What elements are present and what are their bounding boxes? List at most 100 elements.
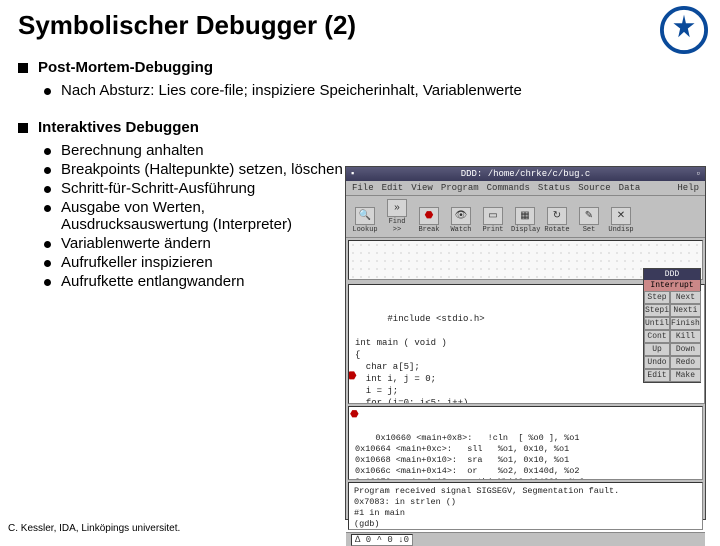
section-1-heading: Post-Mortem-Debugging bbox=[18, 59, 702, 76]
list-item-label: Aufrufkette entlangwandern bbox=[61, 273, 244, 290]
redo-button[interactable]: Redo bbox=[670, 356, 701, 369]
page-title: Symbolischer Debugger (2) bbox=[18, 10, 702, 41]
watch-icon: 👁 bbox=[451, 207, 471, 225]
tool-print[interactable]: ▭Print bbox=[479, 207, 507, 234]
ddd-window: ▪ DDD: /home/chrke/c/bug.c ▫ File Edit V… bbox=[345, 166, 706, 520]
list-item: Schritt-für-Schritt-Ausführung bbox=[44, 180, 343, 197]
interrupt-button[interactable]: Interrupt bbox=[644, 280, 700, 291]
ddd-status-bar: ∆ 0 ^ 0 ↓0 bbox=[346, 532, 705, 546]
ddd-console-pane[interactable]: Program received signal SIGSEGV, Segment… bbox=[348, 482, 703, 530]
tool-label: Break bbox=[418, 226, 439, 234]
tool-undisp[interactable]: ✕Undisp bbox=[607, 207, 635, 234]
miniwin-title[interactable]: DDD bbox=[644, 269, 700, 280]
asm-text: 0x10660 <main+0x8>: !cln [ %o0 ], %o1 0x… bbox=[355, 433, 585, 480]
source-text: #include <stdio.h> int main ( void ) { c… bbox=[355, 314, 539, 404]
set-icon: ✎ bbox=[579, 207, 599, 225]
menu-commands[interactable]: Commands bbox=[487, 183, 530, 193]
list-item-label: Berechnung anhalten bbox=[61, 142, 204, 159]
log-text: Program received signal SIGSEGV, Segment… bbox=[354, 486, 619, 529]
rotate-icon: ↻ bbox=[547, 207, 567, 225]
tool-watch[interactable]: 👁Watch bbox=[447, 207, 475, 234]
list-item: Berechnung anhalten bbox=[44, 142, 343, 159]
bullet-square-icon bbox=[18, 63, 28, 73]
menu-program[interactable]: Program bbox=[441, 183, 479, 193]
menu-help[interactable]: Help bbox=[677, 183, 699, 193]
university-logo bbox=[660, 6, 708, 54]
list-item: Ausgabe von Werten, Ausdrucksauswertung … bbox=[44, 199, 343, 233]
heading-text: Interaktives Debuggen bbox=[38, 119, 199, 136]
ddd-title-text: DDD: /home/chrke/c/bug.c bbox=[355, 169, 695, 179]
tool-label: Undisp bbox=[608, 226, 633, 234]
bullet-dot-icon bbox=[44, 260, 51, 267]
ddd-titlebar[interactable]: ▪ DDD: /home/chrke/c/bug.c ▫ bbox=[346, 167, 705, 181]
slide-footer: C. Kessler, IDA, Linköpings universitet. bbox=[8, 523, 180, 534]
list-item: Variablenwerte ändern bbox=[44, 235, 343, 252]
next-button[interactable]: Next bbox=[670, 291, 701, 304]
stepi-button[interactable]: Stepi bbox=[644, 304, 670, 317]
tool-label: Set bbox=[583, 226, 596, 234]
stop-icon: ⬣ bbox=[348, 371, 357, 383]
bullet-dot-icon bbox=[44, 279, 51, 286]
tool-label: Display bbox=[511, 226, 540, 234]
bullet-square-icon bbox=[18, 123, 28, 133]
tool-label: Watch bbox=[450, 226, 471, 234]
menu-view[interactable]: View bbox=[411, 183, 433, 193]
ddd-command-tool: DDD Interrupt Step Next Stepi Nexti Unti… bbox=[643, 268, 701, 383]
list-item-label: Nach Absturz: Lies core-file; inspiziere… bbox=[61, 82, 522, 99]
list-item-label: Breakpoints (Haltepunkte) setzen, lösche… bbox=[61, 161, 343, 178]
nexti-button[interactable]: Nexti bbox=[670, 304, 701, 317]
edit-button[interactable]: Edit bbox=[644, 369, 670, 382]
up-button[interactable]: Up bbox=[644, 343, 670, 356]
kill-button[interactable]: Kill bbox=[670, 330, 701, 343]
bullet-dot-icon bbox=[44, 205, 51, 212]
list-item-label: Schritt-für-Schritt-Ausführung bbox=[61, 180, 255, 197]
tool-break[interactable]: ⬣Break bbox=[415, 207, 443, 234]
step-button[interactable]: Step bbox=[644, 291, 670, 304]
bullet-dot-icon bbox=[44, 241, 51, 248]
menu-data[interactable]: Data bbox=[619, 183, 641, 193]
lookup-icon: 🔍 bbox=[355, 207, 375, 225]
list-item: Breakpoints (Haltepunkte) setzen, lösche… bbox=[44, 161, 343, 178]
display-icon: ▦ bbox=[515, 207, 535, 225]
list-item-label: Variablenwerte ändern bbox=[61, 235, 211, 252]
list-item: Aufrufkette entlangwandern bbox=[44, 273, 343, 290]
list-item-label: Ausgabe von Werten, Ausdrucksauswertung … bbox=[61, 199, 343, 233]
print-icon: ▭ bbox=[483, 207, 503, 225]
list-item: Aufrufkeller inspizieren bbox=[44, 254, 343, 271]
ddd-toolbar: 🔍Lookup »Find >> ⬣Break 👁Watch ▭Print ▦D… bbox=[346, 196, 705, 238]
cont-button[interactable]: Cont bbox=[644, 330, 670, 343]
tool-label: Find >> bbox=[389, 218, 406, 234]
ddd-asm-pane[interactable]: ⬣ 0x10660 <main+0x8>: !cln [ %o0 ], %o1 … bbox=[348, 406, 703, 480]
bullet-dot-icon bbox=[44, 88, 51, 95]
window-button-icon[interactable]: ▫ bbox=[696, 169, 701, 179]
break-icon: ⬣ bbox=[419, 207, 439, 225]
section-2-heading: Interaktives Debuggen bbox=[18, 119, 343, 136]
tool-rotate[interactable]: ↻Rotate bbox=[543, 207, 571, 234]
make-button[interactable]: Make bbox=[670, 369, 701, 382]
menu-status[interactable]: Status bbox=[538, 183, 570, 193]
bullet-dot-icon bbox=[44, 186, 51, 193]
tool-find[interactable]: »Find >> bbox=[383, 199, 411, 234]
tool-set[interactable]: ✎Set bbox=[575, 207, 603, 234]
tool-label: Print bbox=[482, 226, 503, 234]
finish-button[interactable]: Finish bbox=[670, 317, 701, 330]
tool-label: Lookup bbox=[352, 226, 377, 234]
menu-file[interactable]: File bbox=[352, 183, 374, 193]
heading-text: Post-Mortem-Debugging bbox=[38, 59, 213, 76]
stop-icon: ⬣ bbox=[350, 410, 359, 421]
ddd-menubar: File Edit View Program Commands Status S… bbox=[346, 181, 705, 196]
list-item: Nach Absturz: Lies core-file; inspiziere… bbox=[44, 82, 702, 99]
undisp-icon: ✕ bbox=[611, 207, 631, 225]
list-item-label: Aufrufkeller inspizieren bbox=[61, 254, 213, 271]
undo-button[interactable]: Undo bbox=[644, 356, 670, 369]
tool-label: Rotate bbox=[544, 226, 569, 234]
bullet-dot-icon bbox=[44, 148, 51, 155]
tool-display[interactable]: ▦Display bbox=[511, 207, 539, 234]
menu-edit[interactable]: Edit bbox=[382, 183, 404, 193]
tool-lookup[interactable]: 🔍Lookup bbox=[351, 207, 379, 234]
find-icon: » bbox=[387, 199, 407, 217]
bullet-dot-icon bbox=[44, 167, 51, 174]
menu-source[interactable]: Source bbox=[578, 183, 610, 193]
down-button[interactable]: Down bbox=[670, 343, 701, 356]
until-button[interactable]: Until bbox=[644, 317, 670, 330]
